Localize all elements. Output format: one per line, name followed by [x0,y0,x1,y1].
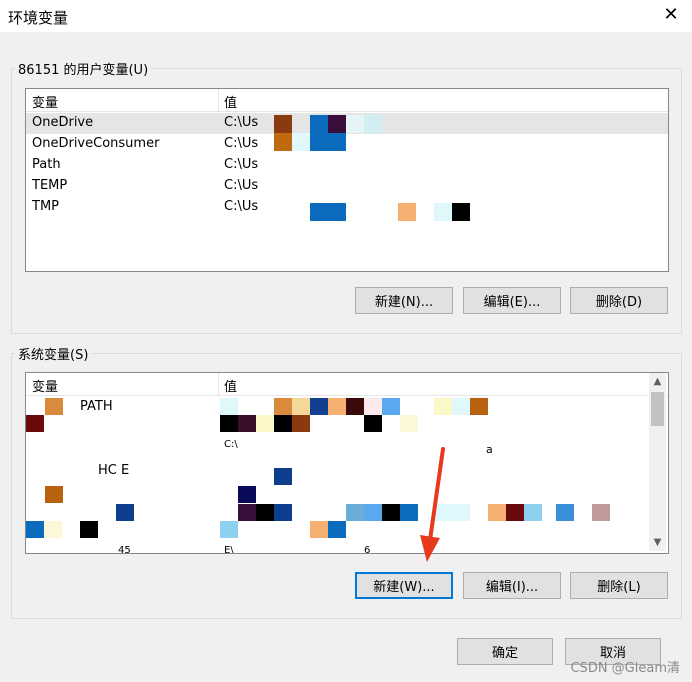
var-value: C:\Us [224,199,259,214]
redaction-mosaic [328,115,346,133]
watermark: CSDN @Gleam清 [570,661,680,676]
list-header: 变量 值 [26,373,668,396]
redaction-mosaic [310,521,328,538]
user-delete-button[interactable]: 删除(D) [570,287,668,314]
ok-button[interactable]: 确定 [457,638,553,665]
user-new-button[interactable]: 新建(N)... [355,287,453,314]
redaction-mosaic [556,504,574,521]
redaction-mosaic [45,486,63,503]
var-name: TMP [32,199,59,214]
system-new-button[interactable]: 新建(W)... [355,572,453,599]
var-name: TEMP [32,178,68,193]
redaction-mosaic [524,504,542,521]
redaction-mosaic [452,203,470,221]
redaction-mosaic [488,504,506,521]
var-value: C:\Us [224,136,259,151]
redaction-mosaic [116,504,134,521]
redaction-mosaic [44,521,62,538]
system-delete-button[interactable]: 删除(L) [570,572,668,599]
redaction-mosaic [220,521,238,538]
redaction-mosaic [398,203,416,221]
column-header-value[interactable]: 值 [224,376,237,395]
redaction-mosaic [346,504,364,521]
list-row-path[interactable]: Path C:\Us [26,155,668,176]
redaction-mosaic [592,504,610,521]
redaction-mosaic [256,504,274,521]
redaction-mosaic [310,203,346,221]
var-name: OneDrive [32,115,94,130]
redaction-mosaic [238,504,256,521]
column-divider [218,373,219,395]
var-name: OneDriveConsumer [32,136,160,151]
system-variables-list[interactable]: 变量 值 PATH C:\ a HC E 6 E\ 45 ▲ ▼ [25,372,669,554]
redaction-mosaic [382,504,400,521]
user-variables-legend: 86151 的用户变量(U) [15,59,152,78]
column-header-name[interactable]: 变量 [32,376,58,395]
var-name: PATH [80,399,113,414]
value-fragment: 6 [364,545,371,554]
scroll-up-icon[interactable]: ▲ [649,373,666,390]
value-fragment: C:\ [224,439,238,450]
redaction-mosaic [346,115,364,133]
title-bar: 环境变量 ✕ [0,0,692,32]
user-variables-list[interactable]: 变量 值 OneDrive C:\Us OneDriveConsumer C:\… [25,88,669,272]
redaction-mosaic [310,115,328,133]
redaction-mosaic [364,504,382,521]
value-fragment: 45 [118,545,131,554]
redaction-mosaic [364,115,382,133]
list-header: 变量 值 [26,89,668,112]
var-name: HC E [98,463,130,478]
system-variables-legend: 系统变量(S) [15,344,92,363]
column-header-name[interactable]: 变量 [32,92,58,111]
value-fragment: a [486,443,493,456]
list-row-path[interactable]: PATH [26,397,668,418]
close-icon[interactable]: ✕ [660,4,682,26]
user-edit-button[interactable]: 编辑(E)... [463,287,561,314]
redaction-mosaic [274,133,292,151]
redaction-mosaic [328,521,346,538]
var-name: Path [32,157,61,172]
list-row-onedriveconsumer[interactable]: OneDriveConsumer C:\Us [26,134,668,155]
annotation-arrow-icon [420,447,445,562]
system-edit-button[interactable]: 编辑(I)... [463,572,561,599]
redaction-mosaic [292,133,310,151]
value-fragment: E\ [224,545,234,554]
redaction-mosaic [274,504,292,521]
vertical-scrollbar[interactable]: ▲ ▼ [649,373,666,551]
scrollbar-thumb[interactable] [651,392,664,426]
var-value: C:\Us [224,157,259,172]
scroll-down-icon[interactable]: ▼ [649,534,666,551]
redaction-mosaic [26,521,44,538]
var-value: C:\Us [224,178,259,193]
list-row-tmp[interactable]: TMP C:\Us [26,197,668,218]
redaction-mosaic [238,486,256,503]
window-title: 环境变量 [8,9,69,27]
redaction-mosaic [506,504,524,521]
list-row-temp[interactable]: TEMP C:\Us [26,176,668,197]
redaction-mosaic [274,115,292,133]
column-header-value[interactable]: 值 [224,92,237,111]
column-divider [218,89,219,111]
redaction-mosaic [80,521,98,538]
list-row-home[interactable]: HC E [26,461,668,482]
redaction-mosaic [434,203,452,221]
var-value: C:\Us [224,115,259,130]
redaction-mosaic [310,133,346,151]
